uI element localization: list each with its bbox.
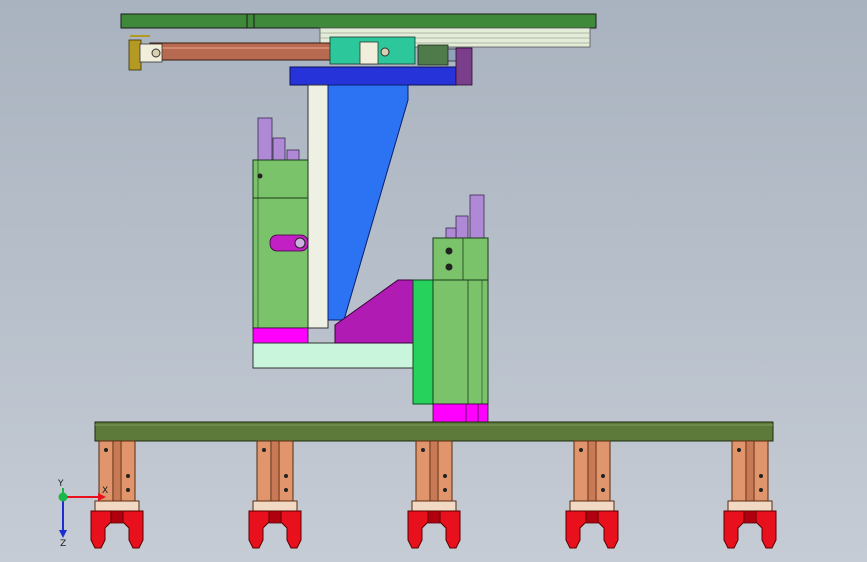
- gripper-spacer: [112, 440, 122, 502]
- left-cylinder-unit[interactable]: [252, 117, 309, 344]
- triad-origin: [58, 492, 68, 502]
- y-axis-label: Y: [57, 479, 64, 489]
- gripper-jaw-right[interactable]: [597, 510, 619, 549]
- jaw-pivot: [268, 510, 282, 524]
- piston-rod[interactable]: [469, 194, 485, 241]
- jaw-pivot: [110, 510, 124, 524]
- finger-screw: [284, 488, 288, 492]
- clevis-bolt[interactable]: [151, 48, 161, 58]
- sensor-housing[interactable]: [417, 44, 449, 66]
- gripper-mount[interactable]: [727, 500, 773, 512]
- right-cylinder-unit[interactable]: [412, 194, 489, 423]
- magenta-foot-right[interactable]: [432, 403, 489, 423]
- gripper-unit[interactable]: [565, 440, 619, 549]
- finger-screw: [737, 448, 741, 452]
- gripper-jaw-right[interactable]: [439, 510, 461, 549]
- gripper-mount[interactable]: [411, 500, 457, 512]
- port-fitting[interactable]: [445, 263, 453, 271]
- gripper-mount[interactable]: [94, 500, 140, 512]
- gripper-jaw-left[interactable]: [565, 510, 587, 549]
- finger-screw: [759, 488, 763, 492]
- gripper-unit[interactable]: [407, 440, 461, 549]
- z-axis-label: Z: [60, 539, 66, 549]
- cylinder-head-right[interactable]: [432, 237, 489, 281]
- piston-rod[interactable]: [455, 215, 469, 241]
- gripper-spacer: [429, 440, 439, 502]
- top-rail[interactable]: [120, 13, 597, 29]
- jaw-pivot: [585, 510, 599, 524]
- finger-screw: [104, 448, 108, 452]
- white-column[interactable]: [307, 84, 329, 329]
- gripper-row[interactable]: [90, 440, 777, 549]
- gripper-jaw-left[interactable]: [248, 510, 270, 549]
- finger-screw: [759, 474, 763, 478]
- gripper-jaw-right[interactable]: [280, 510, 302, 549]
- gripper-jaw-left[interactable]: [723, 510, 745, 549]
- gripper-jaw-left[interactable]: [407, 510, 429, 549]
- port-fitting[interactable]: [445, 247, 453, 255]
- magenta-foot-left[interactable]: [252, 327, 309, 344]
- jaw-pivot: [427, 510, 441, 524]
- x-axis-label: X: [102, 486, 108, 496]
- gripper-jaw-right[interactable]: [122, 510, 144, 549]
- gripper-jaw-right[interactable]: [755, 510, 777, 549]
- gripper-mount[interactable]: [252, 500, 298, 512]
- finger-screw: [284, 474, 288, 478]
- finger-screw: [262, 448, 266, 452]
- finger-screw: [421, 448, 425, 452]
- gripper-spacer: [270, 440, 280, 502]
- top-actuator-assembly[interactable]: [120, 13, 597, 86]
- piston-rod[interactable]: [272, 137, 286, 164]
- port-fitting[interactable]: [257, 173, 263, 179]
- z-axis-arrow: [59, 530, 67, 538]
- gripper-spacer: [745, 440, 755, 502]
- cylinder-body-right[interactable]: [432, 279, 489, 405]
- gripper-mount[interactable]: [569, 500, 615, 512]
- finger-screw: [443, 488, 447, 492]
- blue-mounting-plate[interactable]: [289, 66, 457, 86]
- finger-screw: [126, 474, 130, 478]
- mint-base-plate[interactable]: [252, 342, 414, 369]
- assembly-drawing[interactable]: X Y Z: [0, 0, 867, 562]
- cad-viewport[interactable]: X Y Z: [0, 0, 867, 562]
- finger-screw: [601, 474, 605, 478]
- gripper-spacer: [587, 440, 597, 502]
- finger-screw: [601, 488, 605, 492]
- carriage-bolt[interactable]: [380, 47, 390, 57]
- bright-green-guide[interactable]: [412, 279, 436, 405]
- purple-end-block[interactable]: [455, 47, 473, 86]
- finger-screw: [126, 488, 130, 492]
- carriage-clamp[interactable]: [359, 41, 379, 65]
- gripper-unit[interactable]: [248, 440, 302, 549]
- finger-screw: [443, 474, 447, 478]
- finger-screw: [579, 448, 583, 452]
- slot-bolt[interactable]: [294, 237, 306, 249]
- gripper-unit[interactable]: [723, 440, 777, 549]
- rod-end-bracket[interactable]: [128, 39, 142, 71]
- jaw-pivot: [743, 510, 757, 524]
- gripper-jaw-left[interactable]: [90, 510, 112, 549]
- piston-rod[interactable]: [257, 117, 273, 164]
